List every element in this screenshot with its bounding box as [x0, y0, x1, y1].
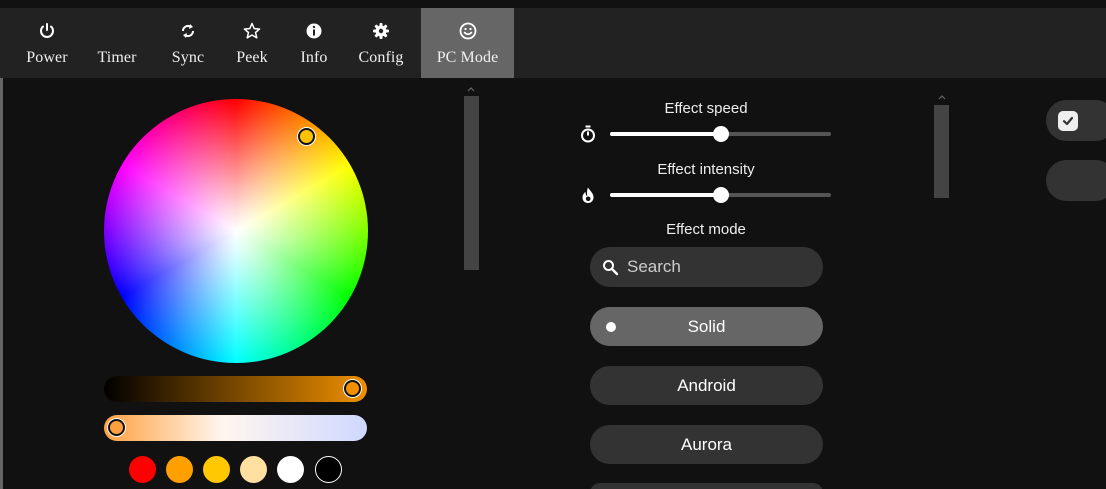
effects-list-scrollbar[interactable] — [934, 105, 949, 198]
effect-intensity-slider[interactable] — [610, 187, 831, 203]
effect-speed-slider[interactable] — [610, 126, 831, 142]
effect-speed-label: Effect speed — [664, 100, 748, 117]
effect-intensity-label: Effect intensity — [657, 161, 755, 178]
effect-option-label: Android — [677, 375, 736, 395]
effect-speed-slider-thumb[interactable] — [712, 126, 729, 142]
effects-scroll-up-arrow-icon[interactable] — [936, 92, 948, 102]
left-edge-divider — [0, 78, 3, 489]
segment-option-button[interactable] — [1046, 160, 1106, 201]
white-balance-slider-knob[interactable] — [108, 419, 125, 436]
star-icon — [242, 21, 262, 41]
color-swatch-black[interactable] — [315, 456, 342, 483]
effect-option-next[interactable] — [590, 483, 823, 489]
effect-option-aurora[interactable]: Aurora — [590, 425, 823, 464]
nav-info-button[interactable]: Info — [292, 8, 336, 78]
nav-sync-label: Sync — [171, 49, 205, 66]
nav-info-label: Info — [300, 49, 328, 66]
white-balance-slider[interactable] — [104, 415, 367, 441]
effect-speed-slider-fill — [610, 132, 721, 136]
sync-icon — [178, 21, 198, 41]
nav-sync-button[interactable]: Sync — [163, 8, 213, 78]
flame-icon — [579, 186, 597, 204]
moon-icon — [107, 21, 127, 41]
color-swatch-amber[interactable] — [203, 456, 230, 483]
color-panel-scrollbar[interactable] — [464, 96, 479, 270]
selected-indicator-icon — [606, 322, 616, 332]
effect-search-input[interactable] — [627, 257, 807, 277]
effect-option-solid[interactable]: Solid — [590, 307, 823, 346]
gear-icon — [371, 21, 391, 41]
power-icon — [37, 21, 57, 41]
nav-peek-button[interactable]: Peek — [229, 8, 275, 78]
effect-option-label: Aurora — [680, 434, 733, 454]
stopwatch-icon — [579, 125, 597, 143]
nav-power-button[interactable]: Power — [20, 8, 74, 78]
checkbox-checked-icon[interactable] — [1058, 111, 1078, 131]
color-swatch-red[interactable] — [129, 456, 156, 483]
color-wheel-knob[interactable] — [298, 128, 315, 145]
scroll-up-arrow-icon[interactable] — [465, 84, 477, 94]
brightness-slider[interactable] — [104, 376, 367, 402]
nav-peek-label: Peek — [236, 49, 268, 66]
smiley-icon — [458, 21, 478, 41]
nav-pc-mode-label: PC Mode — [436, 49, 499, 66]
color-swatch-orange[interactable] — [166, 456, 193, 483]
segment-toggle-button[interactable] — [1046, 100, 1106, 141]
effect-search-box[interactable] — [590, 247, 823, 287]
nav-timer-button[interactable]: Timer — [88, 8, 146, 78]
effect-option-label: Solid — [687, 316, 726, 336]
top-nav-bar: Power Timer Sync Peek Info Config PC Mod… — [0, 8, 1106, 78]
nav-config-button[interactable]: Config — [352, 8, 410, 78]
color-swatch-white[interactable] — [277, 456, 304, 483]
brightness-slider-knob[interactable] — [344, 380, 361, 397]
search-icon — [602, 259, 619, 276]
effect-intensity-slider-thumb[interactable] — [712, 187, 729, 203]
nav-pc-mode-button[interactable]: PC Mode — [421, 8, 514, 78]
nav-timer-label: Timer — [97, 49, 137, 66]
effect-option-android[interactable]: Android — [590, 366, 823, 405]
info-icon — [304, 21, 324, 41]
nav-config-label: Config — [358, 49, 404, 66]
nav-power-label: Power — [26, 49, 68, 66]
app-window: Power Timer Sync Peek Info Config PC Mod… — [0, 0, 1106, 489]
color-wheel[interactable] — [104, 99, 368, 363]
effect-intensity-slider-fill — [610, 193, 721, 197]
color-wheel-saturation-overlay — [104, 99, 368, 363]
effect-mode-label: Effect mode — [666, 221, 746, 238]
color-swatch-warm-white[interactable] — [240, 456, 267, 483]
